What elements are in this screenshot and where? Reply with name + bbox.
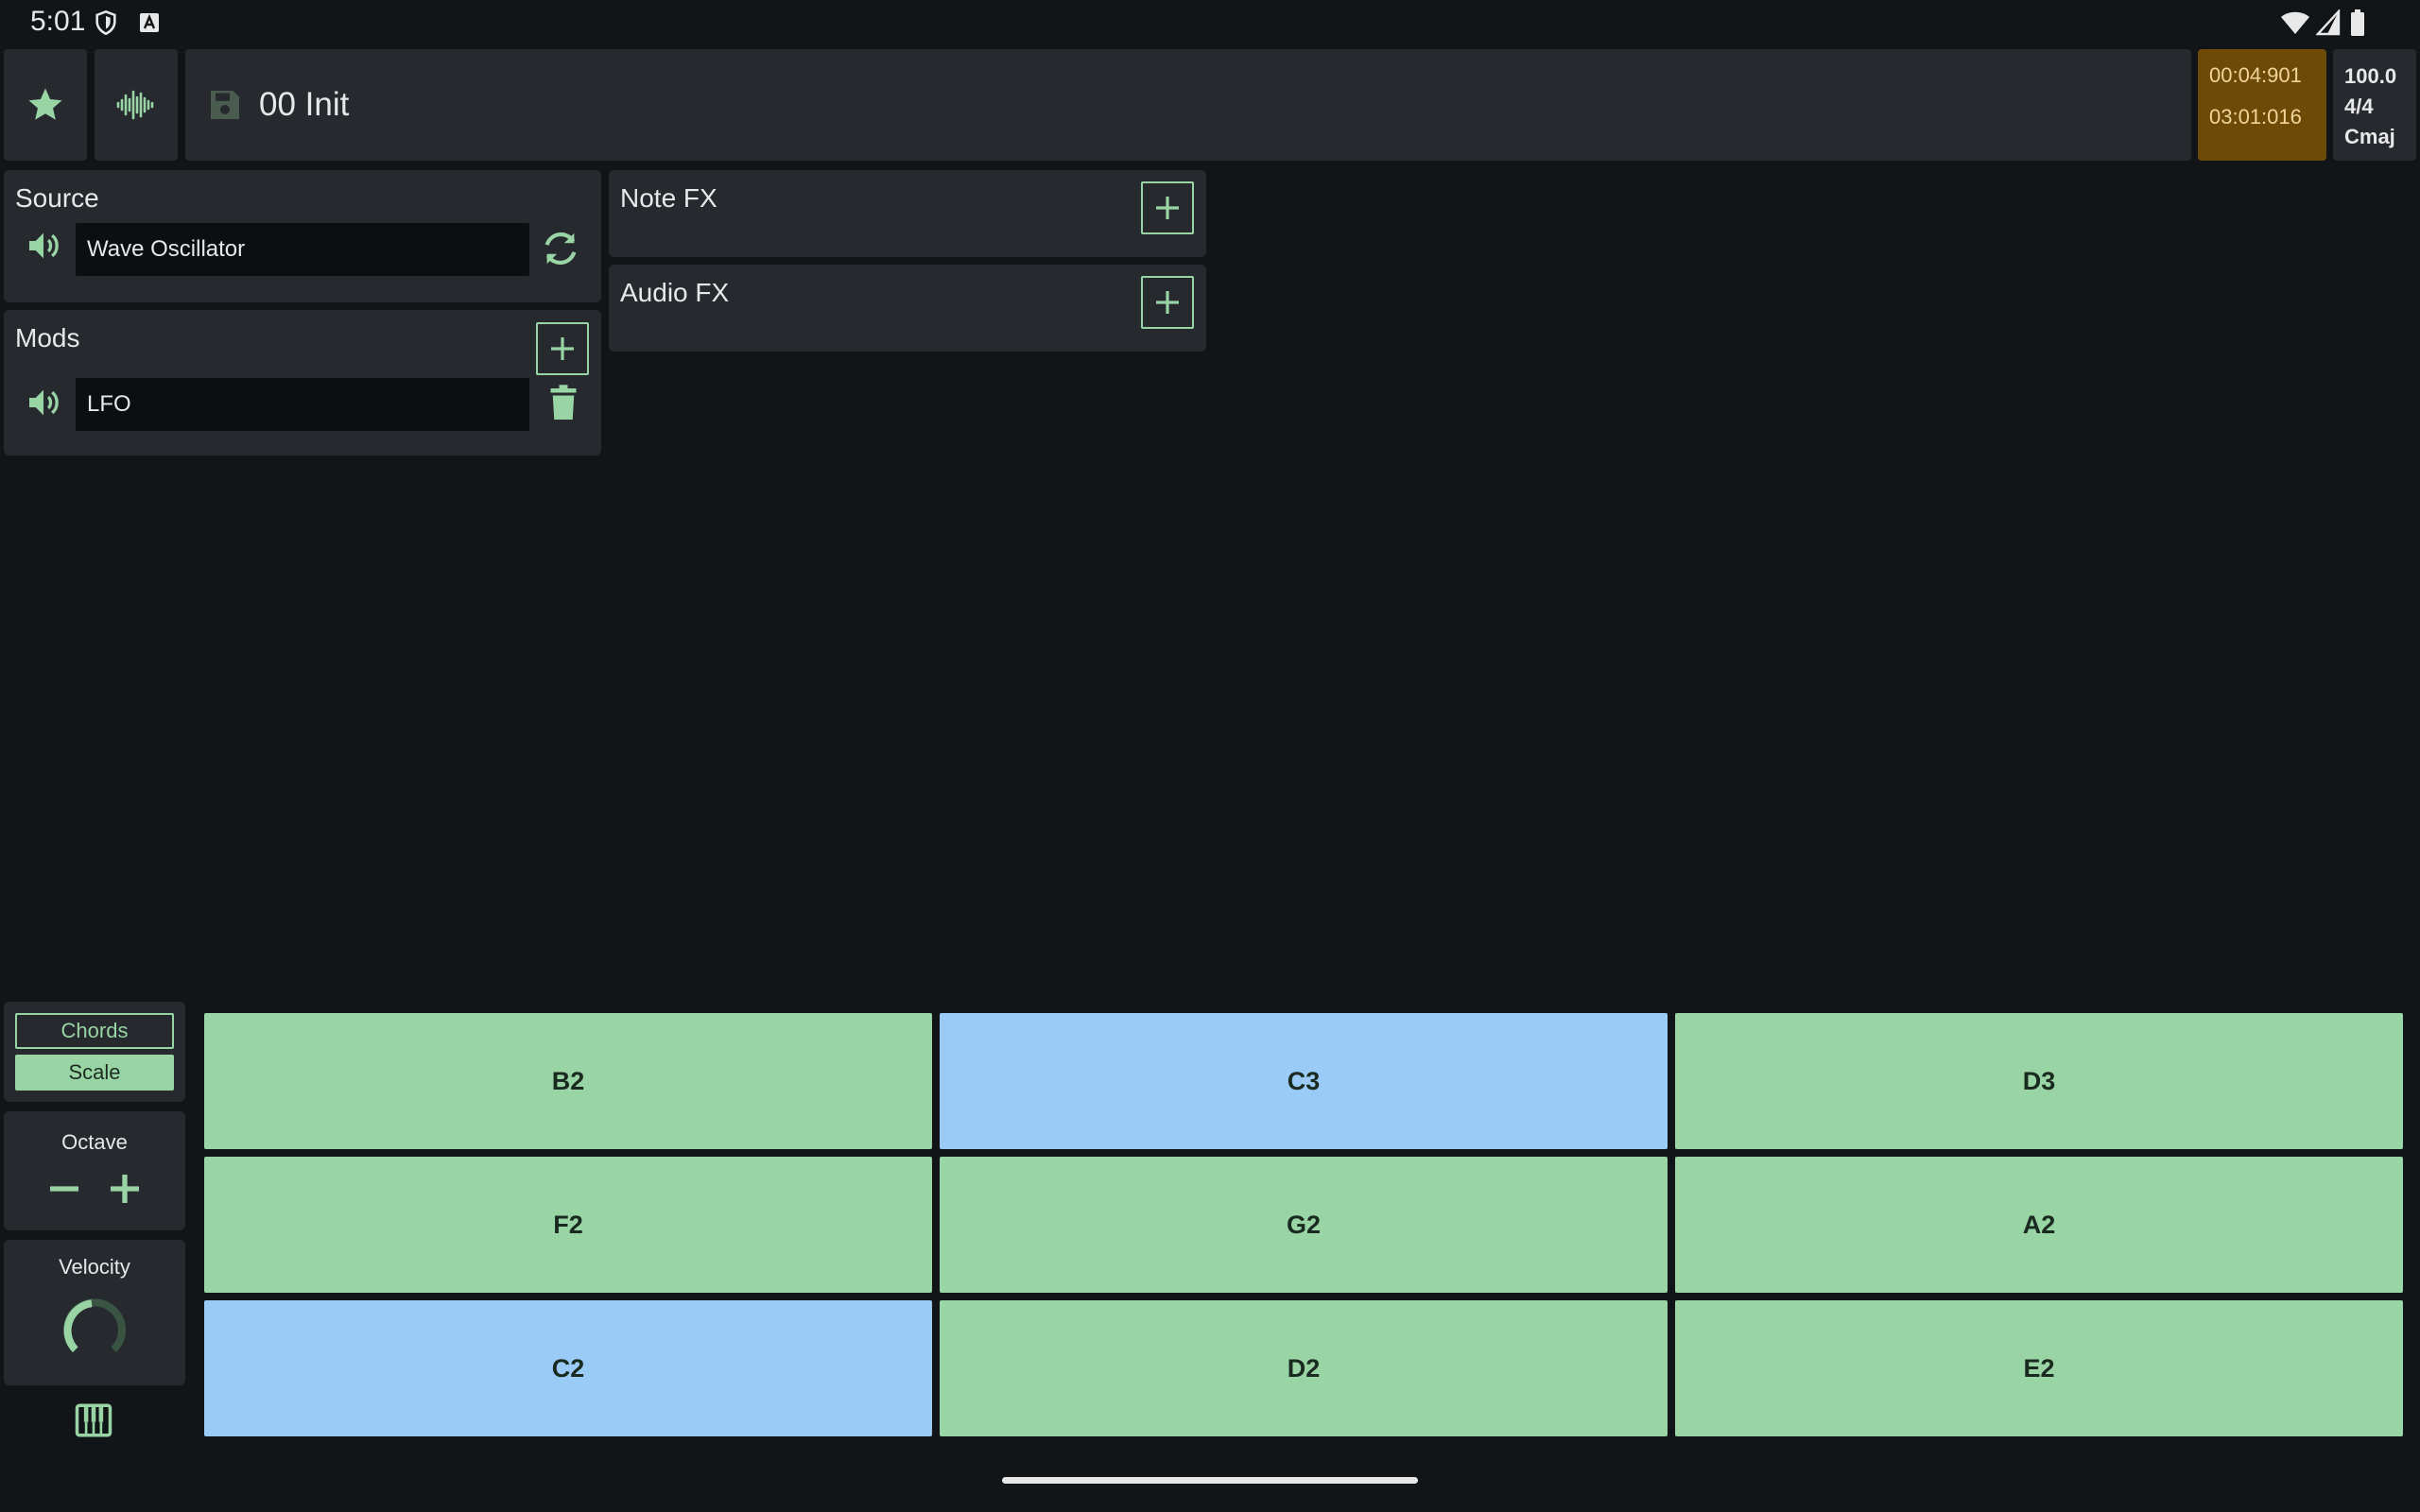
note-pad-d3[interactable]: D3 — [1675, 1013, 2403, 1149]
velocity-panel: Velocity — [4, 1240, 185, 1385]
transport-time-display[interactable]: 00:04:901 03:01:016 — [2198, 49, 2326, 161]
tempo: 100.0 — [2344, 64, 2397, 88]
scale-mode-button[interactable]: Scale — [15, 1055, 174, 1091]
note-pad-e2[interactable]: E2 — [1675, 1300, 2403, 1436]
velocity-knob[interactable] — [55, 1291, 134, 1370]
time-signature: 4/4 — [2344, 94, 2374, 118]
key-signature: Cmaj — [2344, 125, 2395, 148]
mods-panel: Mods LFO — [4, 310, 601, 455]
speaker-icon[interactable] — [25, 384, 62, 421]
wifi-icon — [2280, 9, 2310, 36]
trash-icon[interactable] — [546, 384, 580, 421]
octave-label: Octave — [61, 1130, 128, 1154]
source-panel: Source Wave Oscillator — [4, 170, 601, 302]
favorite-button[interactable] — [4, 49, 87, 161]
audio-fx-panel: Audio FX — [609, 265, 1206, 352]
note-pad-c2[interactable]: C2 — [204, 1300, 932, 1436]
note-pad-b2[interactable]: B2 — [204, 1013, 932, 1149]
note-pad-d2[interactable]: D2 — [940, 1300, 1668, 1436]
velocity-label: Velocity — [59, 1255, 130, 1279]
battery-icon — [2350, 9, 2365, 36]
plus-icon — [1152, 287, 1183, 318]
note-pad-f2[interactable]: F2 — [204, 1157, 932, 1293]
plus-icon — [547, 334, 578, 364]
source-title: Source — [15, 183, 99, 213]
note-pad-a2[interactable]: A2 — [1675, 1157, 2403, 1293]
status-time: 5:01 — [30, 6, 86, 37]
minus-icon[interactable] — [45, 1170, 83, 1208]
note-pad-g2[interactable]: G2 — [940, 1157, 1668, 1293]
add-mod-button[interactable] — [536, 322, 589, 375]
note-pad-c3[interactable]: C3 — [940, 1013, 1668, 1149]
add-audio-fx-button[interactable] — [1141, 276, 1194, 329]
preset-name: 00 Init — [259, 86, 350, 123]
plus-icon — [1152, 193, 1183, 223]
mod-item-lfo[interactable]: LFO — [76, 378, 529, 431]
tempo-key-display[interactable]: 100.0 4/4 Cmaj — [2333, 49, 2416, 161]
refresh-icon[interactable] — [539, 227, 582, 270]
plus-icon[interactable] — [106, 1170, 144, 1208]
add-note-fx-button[interactable] — [1141, 181, 1194, 234]
source-select[interactable]: Wave Oscillator — [76, 223, 529, 276]
shield-icon — [93, 9, 119, 36]
audio-fx-title: Audio FX — [620, 278, 730, 307]
note-fx-title: Note FX — [620, 183, 717, 213]
piano-keys-icon[interactable] — [74, 1400, 113, 1440]
floppy-disk-icon[interactable] — [206, 86, 244, 124]
play-mode-panel: Chords Scale — [4, 1002, 185, 1102]
time-primary: 00:04:901 — [2209, 63, 2302, 87]
chords-mode-button[interactable]: Chords — [15, 1013, 174, 1049]
a-badge-icon — [138, 11, 161, 34]
octave-panel: Octave — [4, 1111, 185, 1230]
note-fx-panel: Note FX — [609, 170, 1206, 257]
waveform-icon — [115, 84, 157, 126]
cellular-signal-icon — [2316, 9, 2341, 36]
time-secondary: 03:01:016 — [2209, 105, 2302, 129]
mods-title: Mods — [15, 323, 80, 352]
waveform-button[interactable] — [95, 49, 178, 161]
status-bar: 5:01 — [0, 0, 2420, 45]
star-icon — [26, 85, 65, 125]
preset-bar[interactable]: 00 Init — [185, 49, 2191, 161]
home-indicator[interactable] — [1002, 1477, 1418, 1484]
speaker-icon[interactable] — [25, 227, 62, 265]
